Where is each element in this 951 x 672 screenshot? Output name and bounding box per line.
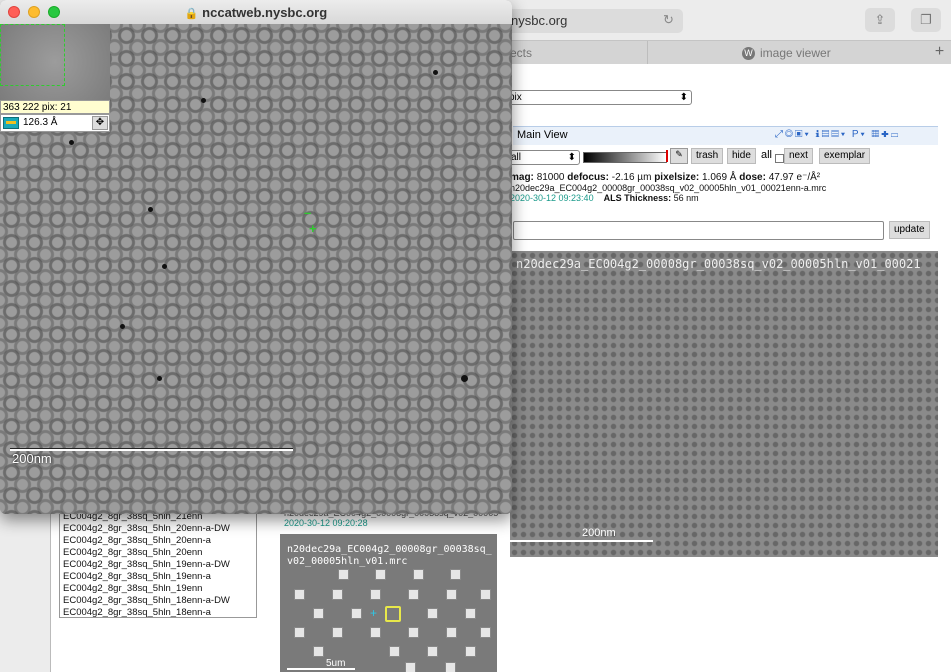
popup-scalebar bbox=[10, 448, 293, 451]
list-item[interactable]: EC004g2_8gr_38sq_5hln_18enn-a bbox=[60, 607, 256, 617]
measure-panel: 126.3 Å ✥ bbox=[0, 114, 110, 132]
atlas-target-marker: + bbox=[370, 606, 378, 620]
list-item[interactable]: EC004g2_8gr_38sq_5hln_19enn bbox=[60, 583, 256, 595]
address-bar-url: nysbc.org bbox=[511, 13, 568, 28]
lock-icon: 🔒 bbox=[184, 8, 199, 20]
atlas-scale-label: 5um bbox=[326, 658, 346, 669]
micrograph-label: n20dec29a_EC004g2_00008gr_00038sq_v02_00… bbox=[516, 257, 921, 271]
list-item[interactable]: EC004g2_8gr_38sq_5hln_19enn-a bbox=[60, 571, 256, 583]
new-tab-icon[interactable]: + bbox=[928, 41, 951, 65]
tab-projects[interactable]: ects bbox=[510, 41, 646, 65]
hide-button[interactable]: hide bbox=[727, 148, 756, 164]
all-label: all bbox=[761, 149, 773, 161]
viewport-box[interactable] bbox=[0, 24, 65, 86]
atlas-timestamp: 2020-30-12 09:20:28 bbox=[284, 518, 368, 528]
overview-thumbnail[interactable] bbox=[0, 24, 110, 100]
reload-icon[interactable]: ↻ bbox=[663, 12, 674, 28]
image-timestamp-line: 2020-30-12 09:23:40 ALS Thickness: 56 nm bbox=[510, 193, 699, 203]
list-item[interactable]: EC004g2_8gr_38sq_5hln_20enn-a bbox=[60, 535, 256, 547]
toolbar-icons[interactable]: ⤢◎▣▾ ℹ▤▤▾ P▾ ▦✚▭ bbox=[775, 129, 935, 142]
notes-input[interactable] bbox=[513, 221, 884, 240]
list-item[interactable]: EC004g2_8gr_38sq_5hln_20enn-a-DW bbox=[60, 523, 256, 535]
share-icon[interactable]: ⇪ bbox=[865, 8, 895, 32]
tab-bar: ects Wimage viewer + bbox=[500, 40, 951, 65]
ruler-icon[interactable] bbox=[3, 117, 19, 129]
popup-scale-label: 200nm bbox=[12, 451, 52, 466]
list-item[interactable]: EC004g2_8gr_38sq_5hln_18enn-a-DW bbox=[60, 595, 256, 607]
measure-start-marker: – bbox=[304, 205, 312, 220]
micrograph-scalebar bbox=[510, 540, 653, 542]
measure-end-marker: + bbox=[309, 221, 317, 236]
adjust-icon[interactable]: ✎ bbox=[670, 148, 688, 164]
update-button[interactable]: update bbox=[889, 221, 930, 239]
main-view-bar: Main View ⤢◎▣▾ ℹ▤▤▾ P▾ ▦✚▭ bbox=[513, 126, 938, 145]
atlas-selected-square[interactable] bbox=[385, 606, 401, 622]
wordpress-icon: W bbox=[742, 47, 755, 61]
pixel-readout: 363 222 pix: 21 bbox=[0, 100, 110, 114]
all-checkbox[interactable] bbox=[775, 154, 784, 163]
popup-window: 🔒 nccatweb.nysbc.org – + 200nm 363 222 p… bbox=[0, 0, 512, 514]
popup-titlebar[interactable]: 🔒 nccatweb.nysbc.org bbox=[0, 0, 512, 25]
popup-url: 🔒 nccatweb.nysbc.org bbox=[184, 5, 328, 20]
preset-select[interactable]: pix ⬍ bbox=[505, 90, 692, 105]
contrast-handle[interactable] bbox=[666, 150, 668, 162]
image-list[interactable]: EC004g2_8gr_38sq_5hln_21enn EC004g2_8gr_… bbox=[59, 510, 257, 618]
main-view-label: Main View bbox=[517, 129, 568, 141]
filter-select[interactable]: all ⬍ bbox=[507, 150, 580, 165]
contrast-slider[interactable] bbox=[583, 152, 667, 163]
tab-image-viewer[interactable]: Wimage viewer bbox=[742, 41, 922, 65]
list-item[interactable]: EC004g2_8gr_38sq_5hln_19enn-a-DW bbox=[60, 559, 256, 571]
image-info-line: mag: 81000 defocus: -2.16 µm pixelsize: … bbox=[510, 172, 821, 183]
exemplar-button[interactable]: exemplar bbox=[819, 148, 871, 164]
next-button[interactable]: next bbox=[784, 148, 813, 164]
image-timestamp: 2020-30-12 09:23:40 bbox=[510, 193, 594, 203]
micrograph-scale-label: 200nm bbox=[582, 527, 616, 539]
tab-overview-icon[interactable]: ❐ bbox=[911, 8, 941, 32]
measure-value: 126.3 Å bbox=[23, 117, 58, 128]
micrograph-image[interactable]: n20dec29a_EC004g2_00008gr_00038sq_v02_00… bbox=[510, 251, 938, 557]
atlas-label: n20dec29a_EC004g2_00008gr_00038sq_v02_00… bbox=[287, 544, 492, 567]
image-filename: n20dec29a_EC004g2_00008gr_00038sq_v02_00… bbox=[510, 183, 827, 193]
atlas-image[interactable]: n20dec29a_EC004g2_00008gr_00038sq_v02_00… bbox=[280, 534, 497, 672]
move-icon[interactable]: ✥ bbox=[92, 116, 108, 130]
trash-button[interactable]: trash bbox=[691, 148, 724, 164]
list-item[interactable]: EC004g2_8gr_38sq_5hln_20enn bbox=[60, 547, 256, 559]
